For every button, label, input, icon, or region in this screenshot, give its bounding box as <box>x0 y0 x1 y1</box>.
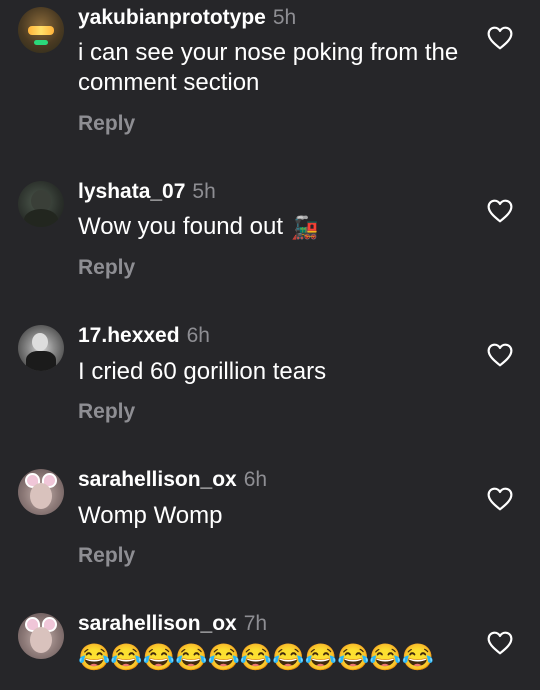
username-text[interactable]: 17.hexxed <box>78 324 180 347</box>
comment-username[interactable]: sarahellison_ox 6h <box>78 468 267 492</box>
heart-outline-icon[interactable] <box>487 343 513 367</box>
comment-timestamp: 6h <box>186 324 210 347</box>
comment-username[interactable]: yakubianprototype 5h <box>78 6 296 30</box>
username-text[interactable]: lyshata_07 <box>78 180 185 203</box>
avatar[interactable] <box>18 325 64 371</box>
comment-text: I cried 60 gorillion tears <box>78 358 327 385</box>
heart-outline-icon[interactable] <box>487 26 513 50</box>
avatar[interactable] <box>18 469 64 515</box>
heart-outline-icon[interactable] <box>487 487 513 511</box>
avatar[interactable] <box>18 181 64 227</box>
comment-text: i can see your nose poking from the comm… <box>78 39 459 96</box>
comment-username[interactable]: sarahellison_ox 7h <box>78 612 267 636</box>
comment-username[interactable]: 17.hexxed 6h <box>78 324 210 348</box>
avatar[interactable] <box>18 613 64 659</box>
comment-text: Womp Womp <box>78 502 223 529</box>
reply-button[interactable]: Reply <box>78 112 135 136</box>
comment-text-content: Wow you found out <box>78 213 284 240</box>
comment-timestamp: 5h <box>272 6 297 29</box>
username-text[interactable]: sarahellison_ox <box>78 468 237 491</box>
comment-text: Wow you found out 🚂 <box>78 212 498 242</box>
heart-outline-icon[interactable] <box>487 631 513 655</box>
username-text[interactable]: sarahellison_ox <box>78 612 237 635</box>
reply-button[interactable]: Reply <box>78 544 135 568</box>
comment-timestamp: 5h <box>192 180 216 203</box>
heart-outline-icon[interactable] <box>487 199 513 223</box>
laughing-emoji-row: 😂😂😂😂😂😂😂😂😂😂😂 <box>78 642 435 672</box>
comment-timestamp: 7h <box>243 612 268 635</box>
comment-username[interactable]: lyshata_07 5h <box>78 180 216 204</box>
train-emoji: 🚂 <box>291 214 319 240</box>
comment-timestamp: 6h <box>243 468 268 491</box>
reply-button[interactable]: Reply <box>78 400 135 424</box>
reply-button[interactable]: Reply <box>78 256 135 280</box>
username-text[interactable]: yakubianprototype <box>78 6 266 29</box>
avatar[interactable] <box>18 7 64 53</box>
